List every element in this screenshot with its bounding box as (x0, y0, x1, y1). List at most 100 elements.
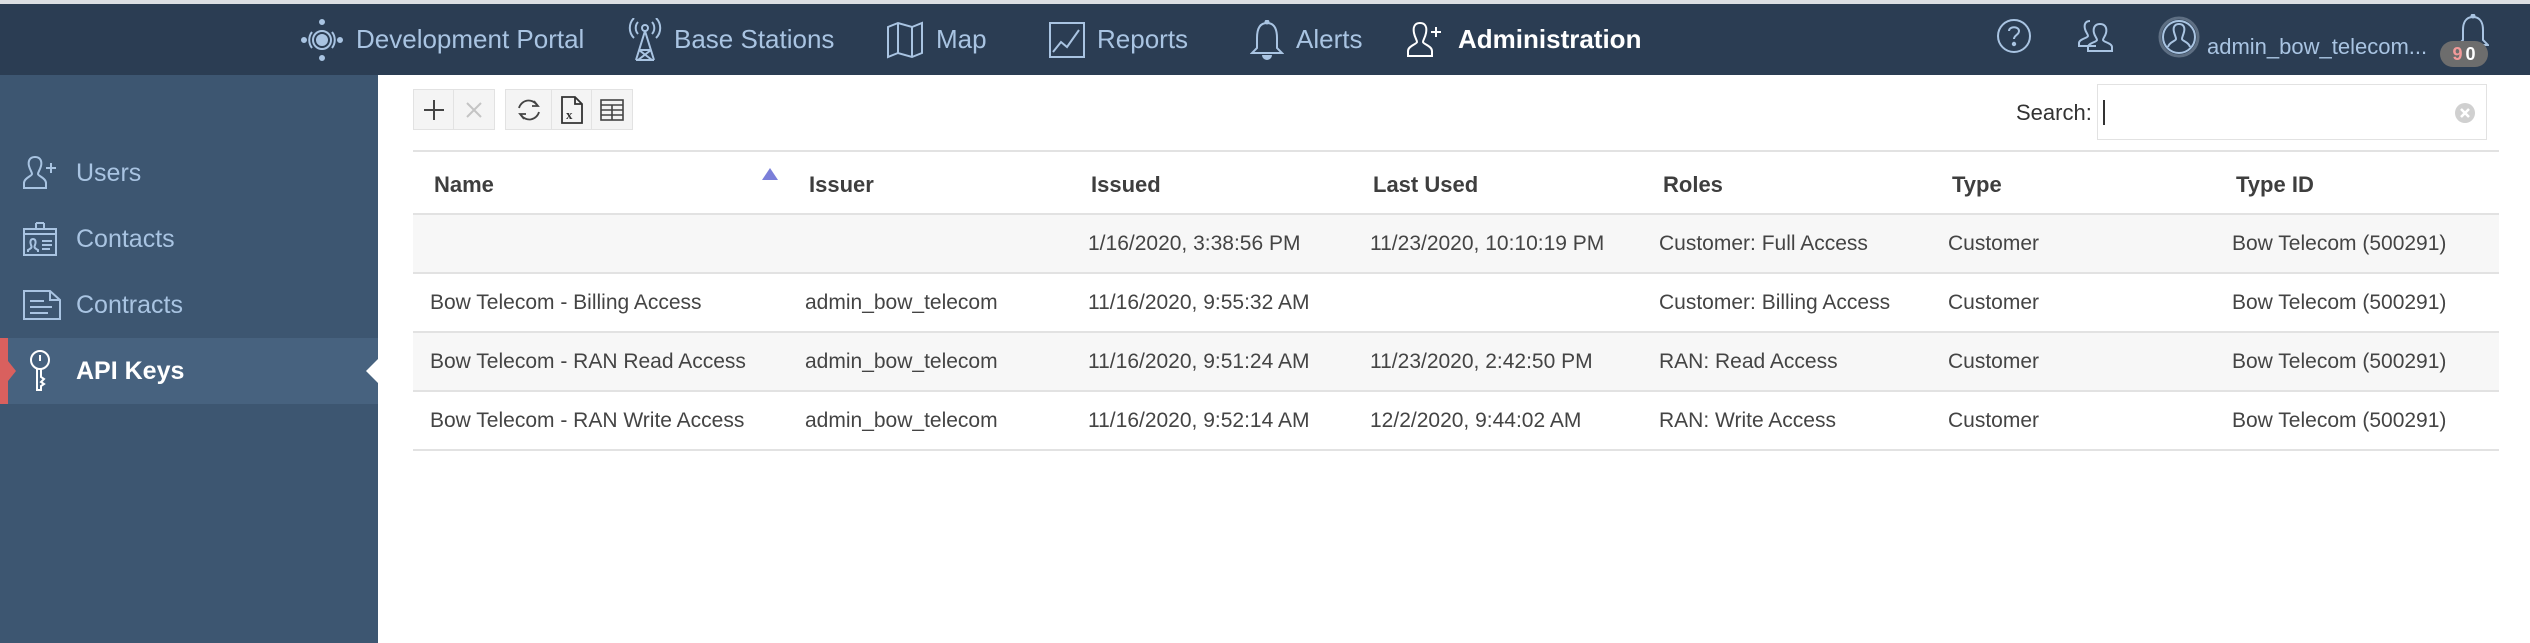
column-header-issuer[interactable]: Issuer (809, 172, 874, 198)
notification-count-other: 0 (2465, 43, 2476, 64)
api-keys-table: Name Issuer Issued Last Used Roles Type … (413, 150, 2499, 451)
delete-icon (466, 101, 482, 118)
active-indicator (0, 338, 16, 404)
data-button-group: x (505, 89, 633, 130)
sidebar-item-label: Contracts (76, 290, 183, 319)
sidebar: Users Contacts Contracts API Keys (0, 75, 378, 643)
table-header: Name Issuer Issued Last Used Roles Type … (413, 150, 2499, 215)
user-add-icon (1407, 21, 1441, 57)
nav-label: Map (936, 24, 987, 54)
document-icon (23, 290, 61, 320)
sidebar-item-users[interactable]: Users (0, 140, 378, 206)
users-group-icon (2078, 20, 2113, 52)
cell-type: Customer (1948, 291, 2040, 314)
cell-type: Customer (1948, 350, 2040, 373)
excel-export-icon: x (560, 95, 583, 124)
sidebar-item-label: API Keys (76, 356, 185, 385)
nav-label: Base Stations (674, 24, 835, 54)
nav-label: Alerts (1296, 24, 1363, 54)
cell-issued: 11/16/2020, 9:52:14 AM (1088, 409, 1310, 432)
nav-base-stations[interactable]: Base Stations (628, 4, 834, 75)
cell-last-used: 12/2/2020, 9:44:02 AM (1370, 409, 1582, 432)
nav-reports[interactable]: Reports (1049, 4, 1188, 75)
cell-type-id: Bow Telecom (500291) (2232, 350, 2447, 373)
column-header-issued[interactable]: Issued (1091, 172, 1161, 198)
cell-last-used: 11/23/2020, 10:10:19 PM (1370, 232, 1605, 255)
edit-button-group (413, 89, 495, 130)
search-label: Search: (2016, 100, 2092, 125)
search-field[interactable] (2097, 84, 2487, 140)
delete-button[interactable] (454, 90, 494, 129)
table-columns-icon (600, 98, 624, 121)
cell-type: Customer (1948, 232, 2040, 255)
top-navigation-bar: Development Portal Base Stations Map Rep… (0, 4, 2530, 75)
user-avatar[interactable] (2158, 16, 2200, 63)
cell-roles: RAN: Read Access (1659, 350, 1838, 373)
help-icon (1997, 19, 2031, 53)
table-row[interactable]: 1/16/2020, 3:38:56 PM 11/23/2020, 10:10:… (413, 215, 2499, 274)
column-header-name[interactable]: Name (434, 172, 494, 198)
column-header-roles[interactable]: Roles (1663, 172, 1723, 198)
help-button[interactable] (1996, 18, 2032, 59)
cell-last-used: 11/23/2020, 2:42:50 PM (1370, 350, 1593, 373)
cell-roles: Customer: Billing Access (1659, 291, 1891, 314)
columns-button[interactable] (592, 90, 632, 129)
map-icon (887, 21, 923, 58)
table-row[interactable]: Bow Telecom - Billing Access admin_bow_t… (413, 274, 2499, 333)
user-avatar-icon (2158, 16, 2200, 58)
reports-chart-icon (1049, 21, 1085, 58)
search-input[interactable] (2098, 85, 2438, 139)
development-portal-icon (301, 18, 343, 61)
cell-type-id: Bow Telecom (500291) (2232, 232, 2447, 255)
cell-issued: 11/16/2020, 9:55:32 AM (1088, 291, 1310, 314)
contact-card-icon (23, 222, 57, 256)
bell-icon (1250, 19, 1284, 60)
nav-alerts[interactable]: Alerts (1250, 4, 1362, 75)
table-row[interactable]: Bow Telecom - RAN Read Access admin_bow_… (413, 333, 2499, 392)
add-icon (423, 99, 444, 120)
cell-type-id: Bow Telecom (500291) (2232, 291, 2447, 314)
sidebar-item-label: Users (76, 158, 142, 187)
add-button[interactable] (414, 90, 454, 129)
cell-roles: Customer: Full Access (1659, 232, 1868, 255)
cell-type-id: Bow Telecom (500291) (2232, 409, 2447, 432)
sidebar-item-contracts[interactable]: Contracts (0, 272, 378, 338)
column-header-last-used[interactable]: Last Used (1373, 172, 1478, 198)
cell-issuer: admin_bow_telecom (805, 409, 998, 432)
sidebar-item-label: Contacts (76, 224, 175, 253)
clear-search-icon[interactable] (2455, 103, 2475, 123)
nav-label: Development Portal (356, 24, 585, 54)
notification-count-badge[interactable]: 9 0 (2440, 41, 2488, 67)
nav-label: Reports (1097, 24, 1189, 54)
sort-ascending-icon[interactable] (762, 168, 778, 180)
cell-roles: RAN: Write Access (1659, 409, 1836, 432)
column-header-type[interactable]: Type (1952, 172, 2002, 198)
cell-name: Bow Telecom - Billing Access (430, 291, 702, 314)
refresh-icon (517, 99, 540, 120)
active-pointer (366, 359, 378, 383)
username-label[interactable]: admin_bow_telecom... (2207, 34, 2427, 60)
export-excel-button[interactable]: x (552, 90, 592, 129)
cell-issued: 11/16/2020, 9:51:24 AM (1088, 350, 1310, 373)
refresh-button[interactable] (506, 90, 552, 129)
base-station-tower-icon (628, 17, 662, 61)
nav-map[interactable]: Map (886, 4, 987, 75)
cell-type: Customer (1948, 409, 2040, 432)
key-icon (30, 350, 50, 391)
nav-administration[interactable]: Administration (1406, 4, 1641, 75)
sidebar-item-contacts[interactable]: Contacts (0, 206, 378, 272)
cell-name: Bow Telecom - RAN Write Access (430, 409, 745, 432)
svg-text:x: x (566, 107, 573, 122)
nav-development-portal[interactable]: Development Portal (300, 4, 584, 75)
notification-count-critical: 9 (2452, 43, 2463, 64)
text-cursor (2103, 100, 2105, 125)
groups-button[interactable] (2076, 18, 2114, 59)
cell-issuer: admin_bow_telecom (805, 350, 998, 373)
cell-issued: 1/16/2020, 3:38:56 PM (1088, 232, 1301, 255)
cell-issuer: admin_bow_telecom (805, 291, 998, 314)
sidebar-item-api-keys[interactable]: API Keys (0, 338, 378, 404)
nav-label: Administration (1458, 24, 1642, 54)
cell-name: Bow Telecom - RAN Read Access (430, 350, 746, 373)
table-row[interactable]: Bow Telecom - RAN Write Access admin_bow… (413, 392, 2499, 451)
column-header-type-id[interactable]: Type ID (2236, 172, 2314, 198)
